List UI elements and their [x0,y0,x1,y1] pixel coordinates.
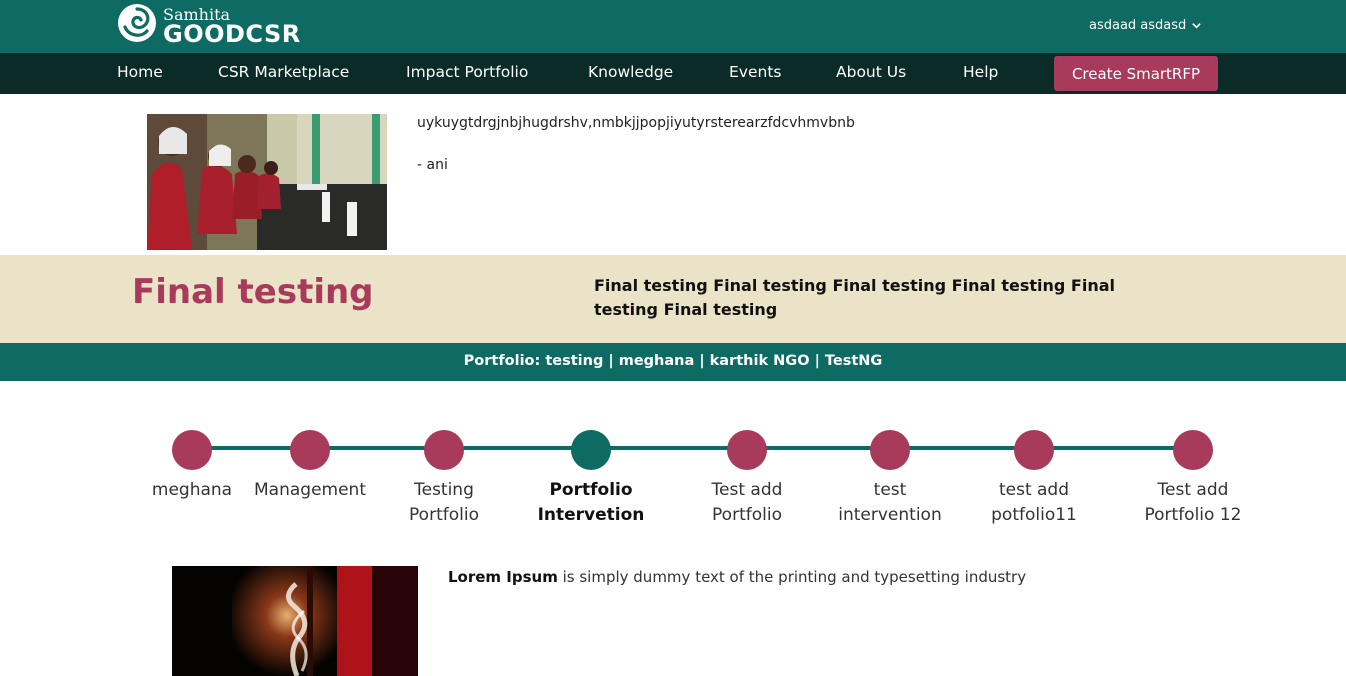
timeline-label-line-2: Portfolio 12 [1144,505,1242,525]
timeline-label[interactable]: Management [235,478,385,503]
timeline-node[interactable] [1173,430,1213,470]
nav-events[interactable]: Events [729,63,781,81]
timeline-node[interactable] [727,430,767,470]
create-smartrfp-button[interactable]: Create SmartRFP [1054,56,1218,91]
timeline-label[interactable]: test add potfolio11 [959,478,1109,528]
intro-photo [147,114,387,250]
intro-quote: uykuygtdrgjnbjhugdrshv,nmbkjjpopjiyutyrs… [417,115,855,131]
detail-body-text: is simply dummy text of the printing and… [557,568,1027,586]
timeline-label-line-1: test [873,480,907,500]
portfolio-breadcrumb: Portfolio: testing | meghana | karthik N… [0,343,1346,381]
timeline-label-line-2: intervention [838,505,942,525]
page-title: Final testing [132,272,374,312]
timeline-node[interactable] [571,430,611,470]
smoke-image [172,566,418,676]
timeline-node[interactable] [424,430,464,470]
detail-bold-text: Lorem Ipsum [448,568,558,586]
timeline-label-line-1: test add [998,480,1070,500]
top-header: Samhita GOODCSR asdaad asdasd [0,0,1346,53]
timeline-node[interactable] [172,430,212,470]
intro-author: - ani [417,157,448,173]
banner-description: Final testing Final testing Final testin… [594,276,1115,319]
timeline-label-line-1: Management [254,480,366,500]
timeline-node[interactable] [290,430,330,470]
timeline-label[interactable]: Test add Portfolio [672,478,822,528]
timeline-label-line-1: Test add [711,480,783,500]
nav-csr-marketplace[interactable]: CSR Marketplace [218,63,349,81]
nav-about-us[interactable]: About Us [836,63,906,81]
timeline-label-line-1: Portfolio [549,480,633,500]
timeline-node[interactable] [870,430,910,470]
timeline-label[interactable]: Portfolio Intervetion [516,478,666,528]
detail-text: Lorem Ipsum is simply dummy text of the … [448,568,1026,586]
project-banner: Final testing Final testing Final testin… [0,255,1346,343]
timeline-label[interactable]: test intervention [815,478,965,528]
user-name: asdaad asdasd [1089,18,1187,33]
timeline-label[interactable]: Testing Portfolio [369,478,519,528]
user-menu[interactable]: asdaad asdasd [1089,18,1202,33]
timeline-label-line-1: Testing [414,480,474,500]
main-nav: Home CSR Marketplace Impact Portfolio Kn… [0,53,1346,94]
timeline-label-line-2: Intervetion [537,505,645,525]
timeline-label-line-1: Test add [1157,480,1229,500]
detail-photo [172,566,418,676]
logo-swirl-icon [118,4,156,42]
nav-impact-portfolio[interactable]: Impact Portfolio [406,63,528,81]
timeline-label-line-2: potfolio11 [991,505,1077,525]
timeline-node[interactable] [1014,430,1054,470]
timeline-label-line-2: Portfolio [409,505,479,525]
nav-help[interactable]: Help [963,63,998,81]
timeline-label-line-2: Portfolio [712,505,782,525]
students-washing-hands-image [147,114,387,250]
timeline-label[interactable]: Test add Portfolio 12 [1118,478,1268,528]
brand-big-text: GOODCSR [163,20,301,48]
nav-home[interactable]: Home [117,63,163,81]
nav-knowledge[interactable]: Knowledge [588,63,673,81]
brand-logo[interactable]: Samhita GOODCSR [117,3,317,48]
chevron-down-icon [1192,23,1202,29]
